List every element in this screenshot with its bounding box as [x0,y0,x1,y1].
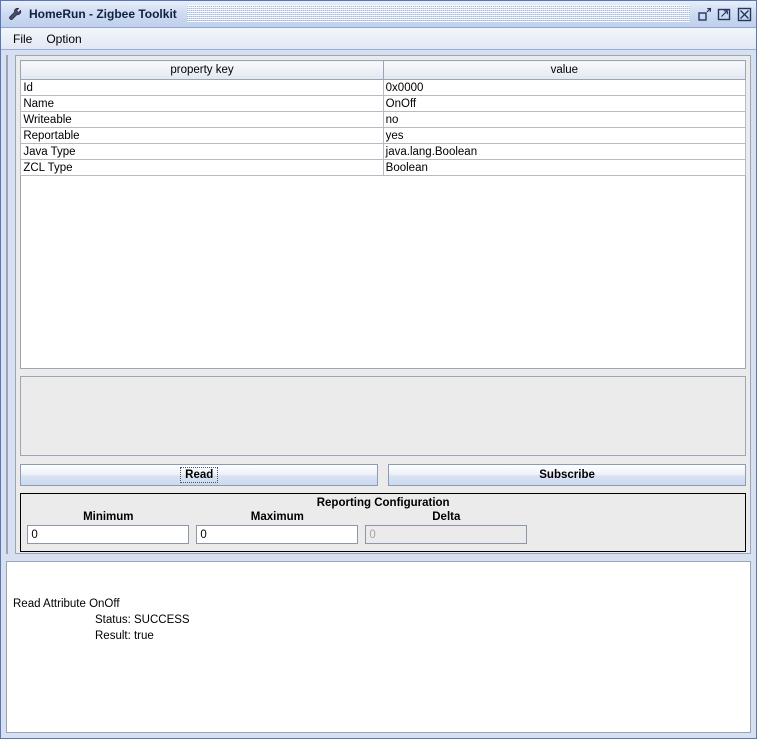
wrench-icon [7,6,23,22]
maximum-field-group: Maximum [196,511,359,544]
minimum-input[interactable] [27,525,190,544]
read-button[interactable]: Read [20,464,379,486]
read-button-label: Read [180,467,219,483]
upper-split: ZigBee DevicesOnOff Light [260:256:0@00:… [6,55,751,554]
minimize-button[interactable] [697,7,712,22]
delta-input [365,525,528,544]
attribute-detail-panel: property key value Id 0x0000 Name OnOff Writ… [15,55,751,554]
column-header-property-key[interactable]: property key [20,60,384,80]
delta-field-group: Delta [365,511,528,544]
attribute-value-box [20,376,746,456]
close-button[interactable] [737,7,752,22]
property-table: property key value Id 0x0000 Name OnOff Writ… [20,60,747,176]
property-value-cell[interactable]: OnOff [382,95,747,112]
property-value-cell[interactable]: 0x0000 [382,79,747,96]
titlebar-texture [187,5,690,22]
property-key-cell[interactable]: Java Type [20,143,384,160]
table-row[interactable]: ZCL Type Boolean [20,159,747,176]
main-content: ZigBee DevicesOnOff Light [260:256:0@00:… [1,50,756,738]
table-row[interactable]: Id 0x0000 [20,79,747,96]
log-line: Result: true [95,630,154,642]
reporting-fields: Minimum Maximum Delta [27,511,739,544]
subscribe-button[interactable]: Subscribe [388,464,746,486]
reporting-configuration-group: Reporting Configuration Minimum Maximum … [20,493,746,552]
property-value-cell[interactable]: yes [382,127,747,144]
property-key-cell[interactable]: Id [20,79,384,96]
table-row[interactable]: Reportable yes [20,127,747,144]
property-key-cell[interactable]: ZCL Type [20,159,384,176]
log-output-panel[interactable]: Read Attribute OnOff Status: SUCCESS Resul… [6,561,751,733]
maximum-label: Maximum [250,511,304,523]
log-line: Status: SUCCESS [95,614,190,626]
menu-bar: File Option [1,28,756,50]
menu-option[interactable]: Option [41,30,90,48]
property-key-cell[interactable]: Writeable [20,111,384,128]
menu-file[interactable]: File [8,30,41,48]
window-controls [697,7,752,22]
table-header-row: property key value [20,60,747,80]
property-key-cell[interactable]: Reportable [20,127,384,144]
reporting-configuration-title: Reporting Configuration [316,497,450,509]
property-value-cell[interactable]: java.lang.Boolean [382,143,747,160]
maximum-input[interactable] [196,525,359,544]
log-line: Read Attribute OnOff [13,598,120,610]
application-window: HomeRun - Zigbee Toolkit File Option pro… [0,0,757,739]
minimum-label: Minimum [83,511,134,523]
property-key-cell[interactable]: Name [20,95,384,112]
log-top-spacer [13,566,744,596]
table-row[interactable]: Name OnOff [20,95,747,112]
minimum-field-group: Minimum [27,511,190,544]
property-value-cell[interactable]: no [382,111,747,128]
property-table-empty-area [20,176,746,369]
action-button-row: Read Subscribe [20,464,746,486]
table-row[interactable]: Writeable no [20,111,747,128]
column-header-value[interactable]: value [382,60,747,80]
maximize-button[interactable] [717,7,732,22]
subscribe-button-label: Subscribe [539,469,595,481]
device-tree-panel: ZigBee DevicesOnOff Light [260:256:0@00:… [6,55,9,554]
window-title: HomeRun - Zigbee Toolkit [29,7,177,21]
table-row[interactable]: Java Type java.lang.Boolean [20,143,747,160]
device-tree[interactable]: ZigBee DevicesOnOff Light [260:256:0@00:… [7,56,8,553]
window-titlebar: HomeRun - Zigbee Toolkit [1,1,756,28]
property-value-cell[interactable]: Boolean [382,159,747,176]
log-lines: Read Attribute OnOff Status: SUCCESS Resul… [13,596,744,644]
delta-label: Delta [432,511,461,523]
